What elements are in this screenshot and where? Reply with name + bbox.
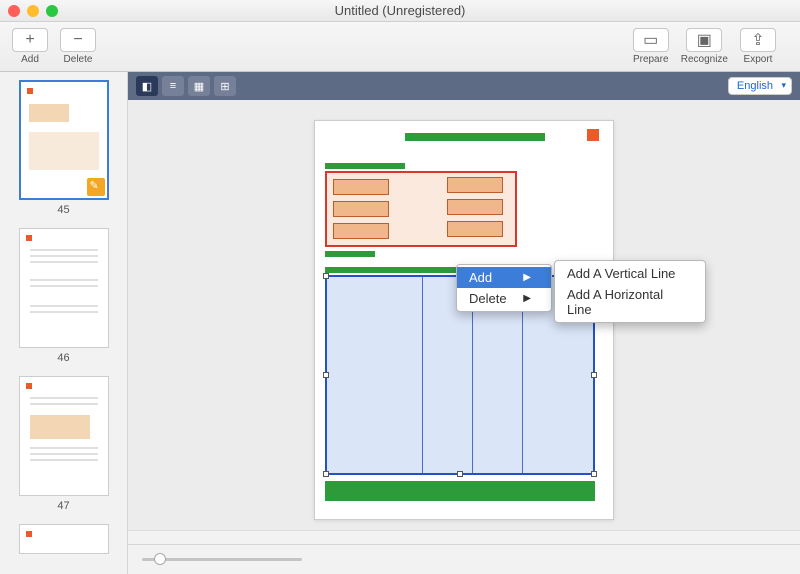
toolbar: + Add − Delete ▭ Prepare ▣ Recognize ⇪ E… <box>0 22 800 72</box>
minus-icon: − <box>60 28 96 52</box>
view-toolbar: ◧ ≡ ▦ ⊞ English <box>128 72 800 100</box>
thumbnail-label: 46 <box>0 352 127 364</box>
view-text-button[interactable]: ≡ <box>162 76 184 96</box>
zoom-knob[interactable] <box>154 553 166 565</box>
thumbnail-label: 47 <box>0 500 127 512</box>
ctx-add-label: Add <box>469 270 492 285</box>
thumbnail-47[interactable] <box>19 376 109 496</box>
export-button[interactable]: ⇪ Export <box>740 28 776 65</box>
context-menu-delete[interactable]: Delete ▶ <box>457 288 551 309</box>
recognize-button[interactable]: ▣ Recognize <box>681 28 728 65</box>
recognize-label: Recognize <box>681 54 728 65</box>
prepare-label: Prepare <box>633 54 669 65</box>
plus-icon: + <box>12 28 48 52</box>
ctx-delete-label: Delete <box>469 291 507 306</box>
view-zones-button[interactable]: ◧ <box>136 76 158 96</box>
titlebar: Untitled (Unregistered) <box>0 0 800 22</box>
submenu-add-horizontal[interactable]: Add A Horizontal Line <box>555 284 705 320</box>
zoom-bar <box>128 544 800 574</box>
delete-label: Delete <box>64 54 93 65</box>
prepare-icon: ▭ <box>633 28 669 52</box>
horizontal-scrollbar[interactable] <box>128 530 800 544</box>
text-zone[interactable] <box>325 481 595 501</box>
view-image-button[interactable]: ▦ <box>188 76 210 96</box>
submenu-add-vertical[interactable]: Add A Vertical Line <box>555 263 705 284</box>
export-label: Export <box>744 54 773 65</box>
flowchart-zone[interactable] <box>325 171 517 247</box>
language-label: English <box>737 80 773 92</box>
thumbnail-48[interactable] <box>19 524 109 554</box>
zoom-slider[interactable] <box>142 558 302 561</box>
delete-button[interactable]: − Delete <box>60 28 96 65</box>
zoom-window-button[interactable] <box>46 5 58 17</box>
chevron-right-icon: ▶ <box>523 293 531 304</box>
recognize-icon: ▣ <box>686 28 722 52</box>
view-table-button[interactable]: ⊞ <box>214 76 236 96</box>
text-zone[interactable] <box>405 133 545 141</box>
prepare-button[interactable]: ▭ Prepare <box>633 28 669 65</box>
thumbnail-label: 45 <box>0 204 127 216</box>
document-canvas[interactable]: Add ▶ Delete ▶ Add A Vertical Line Add A… <box>128 100 800 530</box>
export-icon: ⇪ <box>740 28 776 52</box>
minimize-window-button[interactable] <box>27 5 39 17</box>
language-select[interactable]: English <box>728 77 792 95</box>
thumbnail-45[interactable] <box>19 80 109 200</box>
context-menu[interactable]: Add ▶ Delete ▶ <box>456 264 552 312</box>
add-vertical-label: Add A Vertical Line <box>567 266 675 281</box>
chevron-right-icon: ▶ <box>523 272 531 283</box>
context-submenu[interactable]: Add A Vertical Line Add A Horizontal Lin… <box>554 260 706 323</box>
add-horizontal-label: Add A Horizontal Line <box>567 287 685 317</box>
text-zone[interactable] <box>325 251 375 257</box>
content: 45 46 47 ◧ ≡ ▦ <box>0 72 800 574</box>
traffic-lights <box>8 5 58 17</box>
window-title: Untitled (Unregistered) <box>0 3 800 18</box>
thumbnails-sidebar[interactable]: 45 46 47 <box>0 72 128 574</box>
main-area: ◧ ≡ ▦ ⊞ English <box>128 72 800 574</box>
thumbnail-46[interactable] <box>19 228 109 348</box>
add-label: Add <box>21 54 39 65</box>
context-menu-add[interactable]: Add ▶ <box>457 267 551 288</box>
edit-badge-icon <box>87 178 105 196</box>
text-zone[interactable] <box>325 267 460 273</box>
close-window-button[interactable] <box>8 5 20 17</box>
add-button[interactable]: + Add <box>12 28 48 65</box>
image-zone[interactable] <box>587 129 599 141</box>
text-zone[interactable] <box>325 163 405 169</box>
